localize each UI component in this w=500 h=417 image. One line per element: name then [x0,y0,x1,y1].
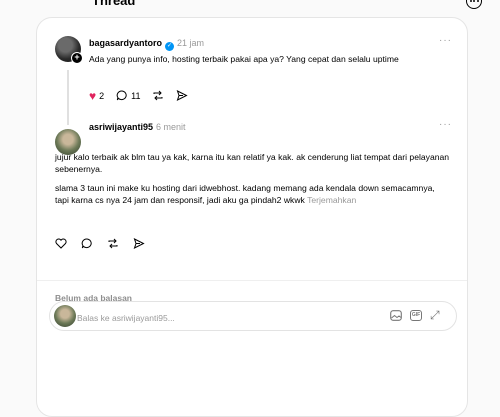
post-text-body: slama 3 taun ini make ku hosting dari id… [55,183,435,205]
more-options-icon[interactable] [466,0,482,9]
image-icon[interactable] [390,310,402,321]
username[interactable]: asriwijayanti95 [89,122,153,132]
avatar [54,305,76,327]
reply-input[interactable] [77,313,327,323]
post-text: slama 3 taun ini make ku hosting dari id… [55,182,440,206]
share-button[interactable] [176,90,189,101]
repost-button[interactable] [152,90,164,101]
follow-plus-icon[interactable]: + [71,52,83,64]
share-icon [177,90,189,101]
comment-button[interactable]: 11 [116,90,140,101]
post-header: asriwijayanti95 6 menit [89,122,186,132]
page-title: Thread [92,0,136,8]
post-more-icon[interactable]: ··· [439,119,452,130]
reply-tools: GIF ⤢ [390,309,440,321]
thread-line [67,70,69,125]
repost-button[interactable] [107,238,119,249]
share-button[interactable] [133,238,145,249]
heart-icon: ♥ [89,88,97,103]
comment-icon [116,90,127,101]
repost-icon [108,238,118,249]
post-more-icon[interactable]: ··· [439,35,452,46]
divider [37,280,467,281]
heart-icon [55,238,67,249]
comment-button[interactable] [81,238,93,249]
post-text: jujur kalo terbaik ak blm tau ya kak, ka… [55,152,450,174]
post-text: Ada yang punya info, hosting terbaik pak… [89,54,399,64]
share-icon [133,238,145,249]
username[interactable]: bagasardyantoro [89,38,162,48]
like-button[interactable]: ♥ 2 [89,88,105,103]
gif-icon[interactable]: GIF [410,310,422,321]
post-actions: ♥ 2 11 [89,88,189,103]
expand-icon[interactable]: ⤢ [430,309,440,321]
repost-icon [153,90,163,101]
post-actions [55,238,145,249]
like-count: 2 [99,90,105,101]
like-button[interactable] [55,238,67,249]
translate-link[interactable]: Terjemahkan [307,195,356,205]
post-header: bagasardyantoro ✓ 21 jam [89,38,204,51]
comment-icon [81,238,92,249]
timestamp[interactable]: 21 jam [177,38,204,48]
verified-icon: ✓ [165,42,175,51]
timestamp[interactable]: 6 menit [156,122,186,132]
comment-count: 11 [131,90,141,101]
thread-card: + bagasardyantoro ✓ 21 jam ··· Ada yang pu… [36,17,468,417]
